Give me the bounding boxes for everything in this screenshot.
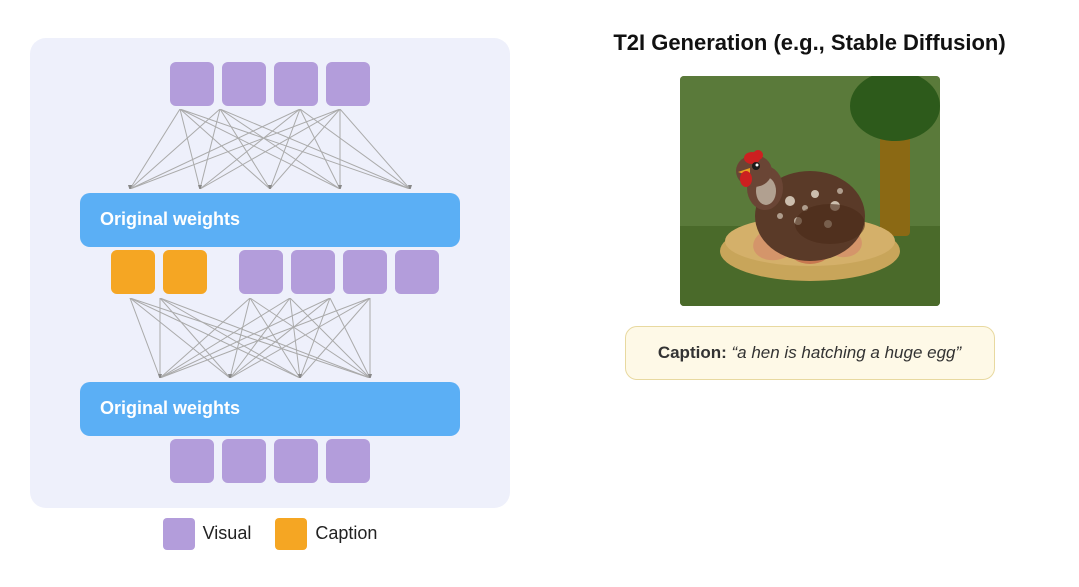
visual-legend-item: Visual (163, 518, 252, 550)
mid-node-purple-3 (343, 250, 387, 294)
visual-legend-label: Visual (203, 523, 252, 544)
top-node-row (170, 62, 370, 106)
right-panel: T2I Generation (e.g., Stable Diffusion) (540, 0, 1079, 587)
mid-node-row (101, 250, 439, 294)
chicken-image (680, 76, 940, 306)
caption-legend-item: Caption (275, 518, 377, 550)
bottom-weight-bar: Original weights (80, 382, 460, 436)
mid-node-orange-1 (111, 250, 155, 294)
bottom-weight-bar-label: Original weights (100, 398, 240, 419)
caption-legend-label: Caption (315, 523, 377, 544)
bottom-node-1 (170, 439, 214, 483)
caption-quote: “a hen is hatching a huge egg” (732, 343, 962, 362)
top-node-1 (170, 62, 214, 106)
bottom-node-3 (274, 439, 318, 483)
caption-box: Caption: “a hen is hatching a huge egg” (625, 326, 995, 380)
legend: Visual Caption (163, 518, 378, 550)
top-node-2 (222, 62, 266, 106)
caption-keyword: Caption: (658, 343, 727, 362)
lower-connections (80, 298, 460, 378)
bottom-node-4 (326, 439, 370, 483)
mid-node-purple-4 (395, 250, 439, 294)
mid-node-orange-2 (163, 250, 207, 294)
left-panel: Original weights (0, 0, 540, 587)
visual-legend-box (163, 518, 195, 550)
right-title: T2I Generation (e.g., Stable Diffusion) (613, 30, 1005, 56)
bottom-node-row (170, 439, 370, 483)
caption-legend-box (275, 518, 307, 550)
top-node-3 (274, 62, 318, 106)
mid-node-purple-1 (239, 250, 283, 294)
upper-connections (80, 109, 460, 189)
top-weight-bar: Original weights (80, 193, 460, 247)
caption-text: Caption: “a hen is hatching a huge egg” (658, 343, 961, 362)
top-weight-bar-label: Original weights (100, 209, 240, 230)
diagram-container: Original weights (30, 38, 510, 508)
top-node-4 (326, 62, 370, 106)
mid-node-purple-2 (291, 250, 335, 294)
bottom-node-2 (222, 439, 266, 483)
